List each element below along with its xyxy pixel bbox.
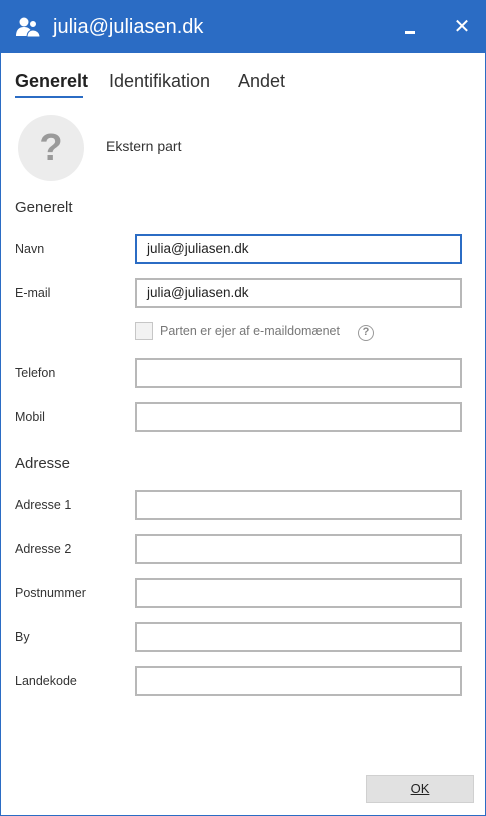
address2-label: Adresse 2 <box>15 542 72 556</box>
country-code-input[interactable] <box>135 666 462 696</box>
country-code-label: Landekode <box>15 674 77 688</box>
contact-dialog: julia@juliasen.dk ✕ Generelt Identifikat… <box>0 0 486 816</box>
address2-input[interactable] <box>135 534 462 564</box>
postal-code-input[interactable] <box>135 578 462 608</box>
title-bar[interactable]: julia@juliasen.dk ✕ <box>1 1 485 53</box>
tab-generelt[interactable]: Generelt <box>15 69 88 93</box>
address1-label: Adresse 1 <box>15 498 72 512</box>
close-icon: ✕ <box>453 14 471 38</box>
phone-label: Telefon <box>15 366 56 380</box>
postal-code-label: Postnummer <box>15 586 86 600</box>
tab-andet[interactable]: Andet <box>238 69 285 93</box>
party-type-label: Ekstern part <box>106 138 182 154</box>
question-mark-icon: ? <box>39 127 63 169</box>
city-label: By <box>15 630 30 644</box>
people-icon <box>16 17 41 38</box>
window-title: julia@juliasen.dk <box>53 16 204 38</box>
minimize-icon <box>405 31 415 34</box>
ok-button[interactable]: OK <box>366 775 474 803</box>
address1-input[interactable] <box>135 490 462 520</box>
avatar: ? <box>18 115 84 181</box>
email-input[interactable]: julia@juliasen.dk <box>135 278 462 308</box>
close-button[interactable]: ✕ <box>447 11 477 41</box>
active-tab-indicator <box>15 96 83 98</box>
name-input[interactable]: julia@juliasen.dk <box>135 234 462 264</box>
domain-owner-checkbox[interactable] <box>135 322 153 340</box>
email-label: E-mail <box>15 286 51 300</box>
phone-input[interactable] <box>135 358 462 388</box>
tab-identifikation[interactable]: Identifikation <box>109 69 210 93</box>
city-input[interactable] <box>135 622 462 652</box>
mobile-input[interactable] <box>135 402 462 432</box>
domain-owner-label: Parten er ejer af e-maildomænet <box>160 324 340 338</box>
section-heading-general: Generelt <box>15 199 73 216</box>
name-label: Navn <box>15 242 45 256</box>
minimize-button[interactable] <box>395 11 425 41</box>
help-icon[interactable]: ? <box>358 325 374 341</box>
section-heading-address: Adresse <box>15 455 71 472</box>
ok-button-label: OK <box>410 781 430 796</box>
mobile-label: Mobil <box>15 410 45 424</box>
